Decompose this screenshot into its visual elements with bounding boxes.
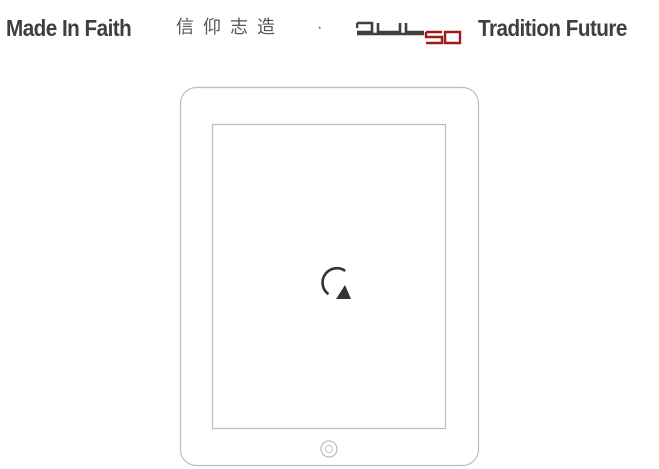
tablet-screen — [211, 123, 447, 430]
home-button-icon[interactable] — [320, 440, 338, 458]
tablet-device — [179, 86, 480, 467]
